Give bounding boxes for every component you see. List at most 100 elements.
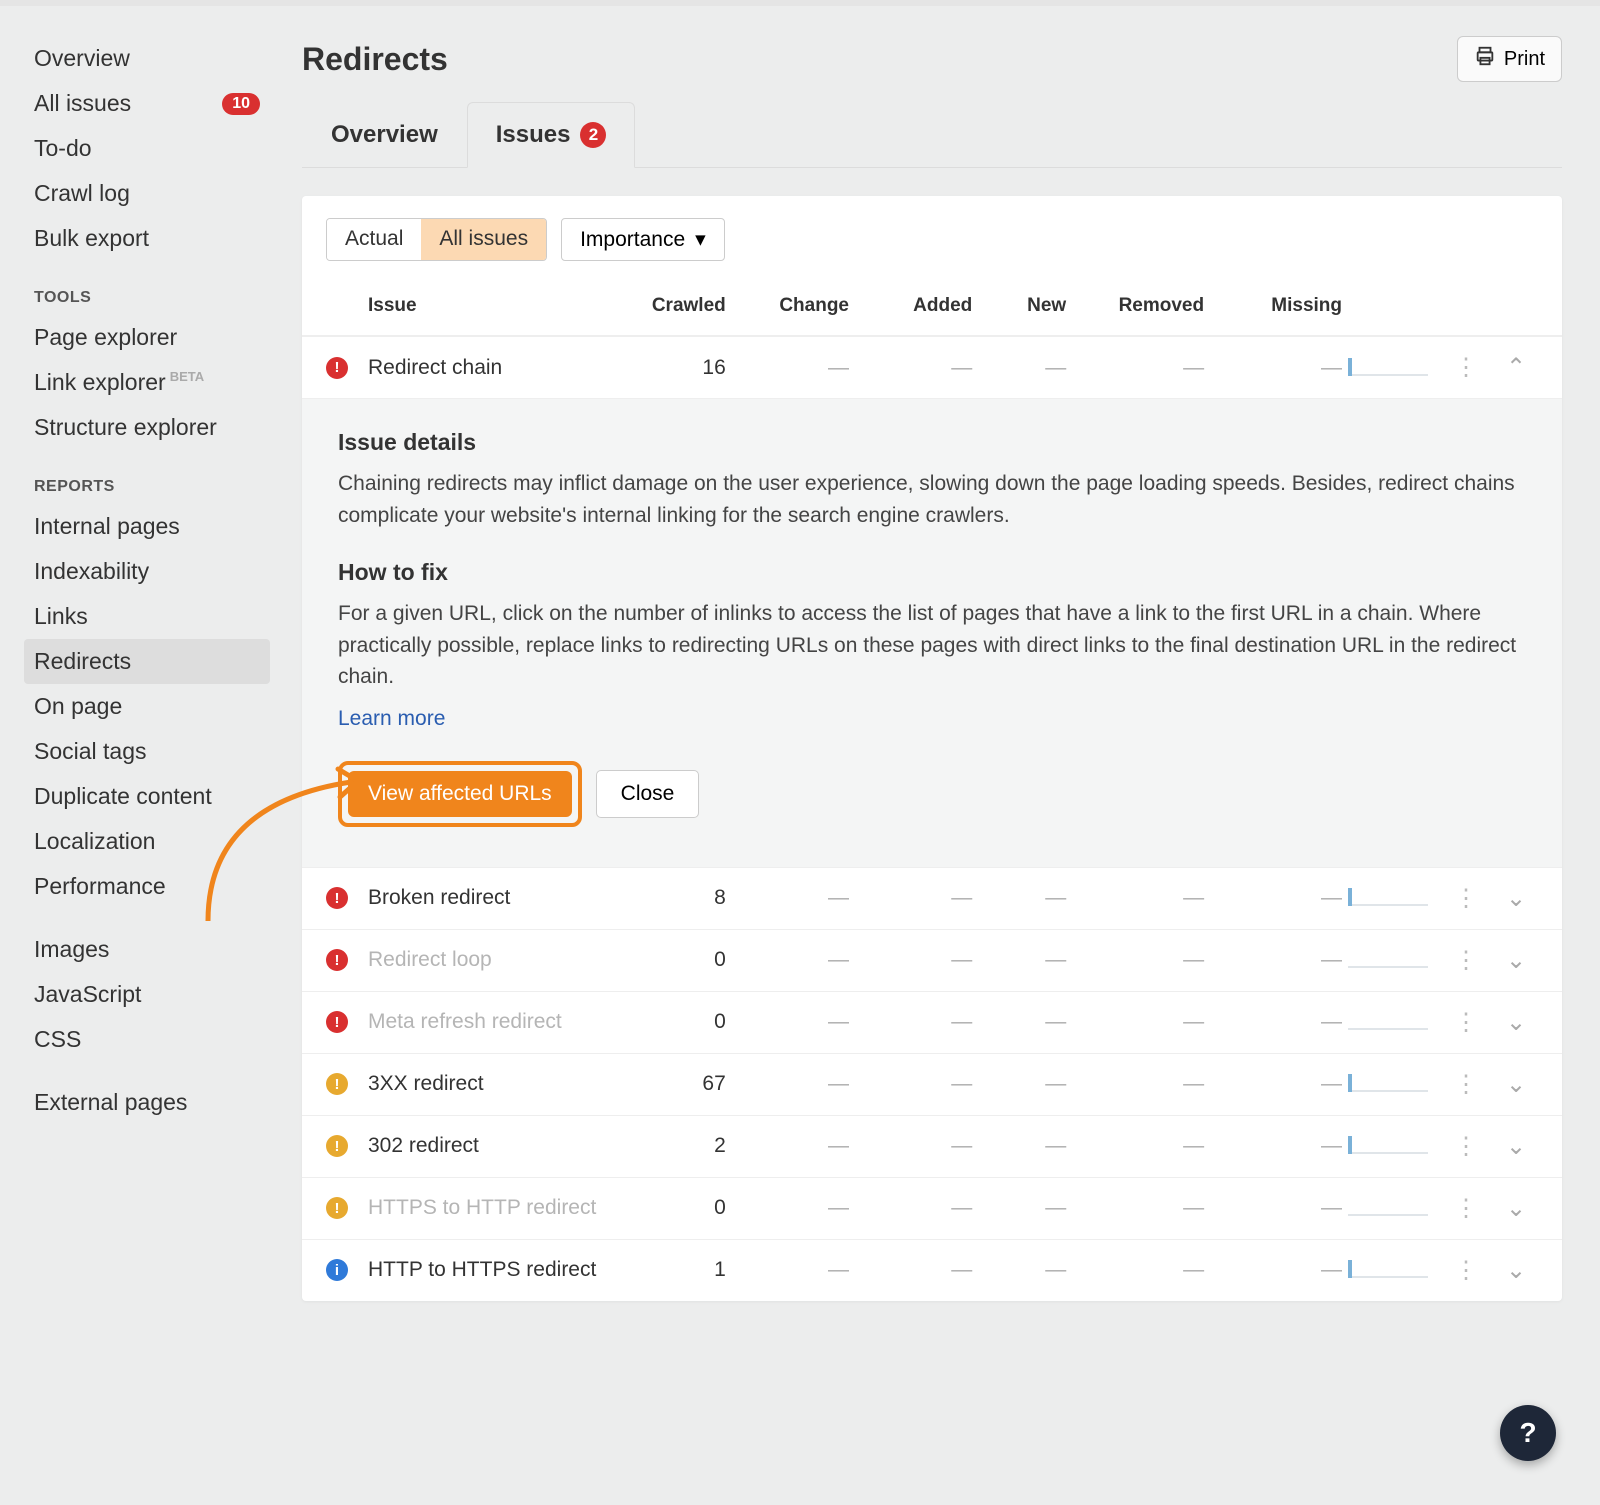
crawled-value: 0	[609, 948, 726, 972]
sidebar-item-javascript[interactable]: JavaScript	[24, 972, 270, 1017]
view-affected-urls-button[interactable]: View affected URLs	[348, 771, 572, 817]
importance-dropdown[interactable]: Importance ▾	[561, 218, 725, 261]
issue-row[interactable]: !Meta refresh redirect0—————⋮⌄	[302, 991, 1562, 1053]
change-value: —	[732, 1072, 849, 1096]
issue-row[interactable]: !HTTPS to HTTP redirect0—————⋮⌄	[302, 1177, 1562, 1239]
issue-detail-panel: Issue details Chaining redirects may inf…	[302, 398, 1562, 867]
sidebar-item-internal-pages[interactable]: Internal pages	[24, 504, 270, 549]
more-icon[interactable]: ⋮	[1444, 1194, 1488, 1223]
chevron-down-icon[interactable]: ⌄	[1494, 1256, 1538, 1285]
missing-value: —	[1210, 356, 1342, 380]
chevron-down-icon[interactable]: ⌄	[1494, 1194, 1538, 1223]
sidebar-item-label: To-do	[34, 135, 92, 162]
print-button[interactable]: Print	[1457, 36, 1562, 82]
sidebar-item-social-tags[interactable]: Social tags	[24, 729, 270, 774]
more-icon[interactable]: ⋮	[1444, 1132, 1488, 1161]
sidebar-item-label: Link explorerBETA	[34, 369, 204, 396]
chevron-down-icon[interactable]: ⌄	[1494, 884, 1538, 913]
sidebar-item-label: Internal pages	[34, 513, 180, 540]
sidebar-item-label: Localization	[34, 828, 155, 855]
sidebar-item-structure-explorer[interactable]: Structure explorer	[24, 405, 270, 450]
col-issue: Issue	[368, 295, 603, 317]
sidebar: OverviewAll issues10 To-do Crawl log Bulk e…	[0, 6, 290, 1505]
importance-label: Importance	[580, 228, 685, 252]
crawled-value: 8	[609, 886, 726, 910]
sidebar-item-label: JavaScript	[34, 981, 141, 1008]
issue-row[interactable]: !Redirect chain16—————⋮⌃	[302, 336, 1562, 398]
issue-row[interactable]: !302 redirect2—————⋮⌄	[302, 1115, 1562, 1177]
more-icon[interactable]: ⋮	[1444, 884, 1488, 913]
sidebar-item-label: Structure explorer	[34, 414, 217, 441]
more-icon[interactable]: ⋮	[1444, 1256, 1488, 1285]
chevron-down-icon[interactable]: ⌄	[1494, 1132, 1538, 1161]
more-icon[interactable]: ⋮	[1444, 1070, 1488, 1099]
sparkline	[1348, 1008, 1438, 1036]
sidebar-item-performance[interactable]: Performance	[24, 864, 270, 909]
section-reports: REPORTS	[34, 478, 260, 496]
new-value: —	[978, 1196, 1066, 1220]
filter-segment: Actual All issues	[326, 218, 547, 261]
view-btn-highlight: View affected URLs	[338, 761, 582, 827]
chevron-up-icon[interactable]: ⌃	[1494, 353, 1538, 382]
sparkline	[1348, 946, 1438, 974]
issue-name: Broken redirect	[368, 886, 603, 910]
sidebar-item-label: Images	[34, 936, 109, 963]
filter-actual[interactable]: Actual	[327, 219, 421, 260]
issues-card: Actual All issues Importance ▾ Issue Cra…	[302, 196, 1562, 1301]
chevron-down-icon[interactable]: ⌄	[1494, 946, 1538, 975]
help-button[interactable]: ?	[1500, 1405, 1556, 1461]
change-value: —	[732, 1258, 849, 1282]
sidebar-item-crawl-log[interactable]: Crawl log	[24, 171, 270, 216]
more-icon[interactable]: ⋮	[1444, 353, 1488, 382]
sidebar-item-label: Crawl log	[34, 180, 130, 207]
sidebar-item-redirects[interactable]: Redirects	[24, 639, 270, 684]
sidebar-item-images[interactable]: Images	[24, 927, 270, 972]
issue-row[interactable]: iHTTP to HTTPS redirect1—————⋮⌄	[302, 1239, 1562, 1301]
removed-value: —	[1072, 886, 1204, 910]
crawled-value: 0	[609, 1196, 726, 1220]
sidebar-item-duplicate-content[interactable]: Duplicate content	[24, 774, 270, 819]
sidebar-item-bulk-export[interactable]: Bulk export	[24, 216, 270, 261]
sidebar-item-link-explorer[interactable]: Link explorerBETA	[24, 360, 270, 405]
sidebar-item-indexability[interactable]: Indexability	[24, 549, 270, 594]
sidebar-item-label: Page explorer	[34, 324, 177, 351]
added-value: —	[855, 1010, 972, 1034]
learn-more-link[interactable]: Learn more	[338, 707, 445, 730]
issue-name: Meta refresh redirect	[368, 1010, 603, 1034]
close-button[interactable]: Close	[596, 770, 700, 818]
more-icon[interactable]: ⋮	[1444, 1008, 1488, 1037]
tab-issues[interactable]: Issues 2	[467, 102, 636, 168]
sidebar-item-on-page[interactable]: On page	[24, 684, 270, 729]
missing-value: —	[1210, 1196, 1342, 1220]
chevron-down-icon[interactable]: ⌄	[1494, 1070, 1538, 1099]
sidebar-item-css[interactable]: CSS	[24, 1017, 270, 1062]
tab-issues-badge: 2	[580, 122, 606, 148]
sidebar-item-links[interactable]: Links	[24, 594, 270, 639]
issue-name: Redirect loop	[368, 948, 603, 972]
issue-row[interactable]: !Redirect loop0—————⋮⌄	[302, 929, 1562, 991]
sparkline	[1348, 1256, 1438, 1284]
filter-all-issues[interactable]: All issues	[421, 219, 546, 260]
sidebar-item-external-pages[interactable]: External pages	[24, 1080, 270, 1125]
sidebar-item-label: Links	[34, 603, 88, 630]
issue-row[interactable]: !Broken redirect8—————⋮⌄	[302, 867, 1562, 929]
change-value: —	[732, 948, 849, 972]
issue-row[interactable]: !3XX redirect67—————⋮⌄	[302, 1053, 1562, 1115]
sidebar-item-page-explorer[interactable]: Page explorer	[24, 315, 270, 360]
warn-icon: !	[326, 1135, 348, 1157]
chevron-down-icon[interactable]: ⌄	[1494, 1008, 1538, 1037]
new-value: —	[978, 1010, 1066, 1034]
removed-value: —	[1072, 1134, 1204, 1158]
col-change: Change	[732, 295, 849, 317]
more-icon[interactable]: ⋮	[1444, 946, 1488, 975]
sidebar-item-to-do[interactable]: To-do	[24, 126, 270, 171]
change-value: —	[732, 886, 849, 910]
sidebar-item-all-issues[interactable]: All issues10	[24, 81, 270, 126]
sidebar-item-localization[interactable]: Localization	[24, 819, 270, 864]
tab-overview[interactable]: Overview	[302, 102, 467, 168]
sidebar-item-label: Indexability	[34, 558, 149, 585]
table-header: Issue Crawled Change Added New Removed M…	[302, 283, 1562, 336]
sidebar-item-overview[interactable]: Overview	[24, 36, 270, 81]
info-icon: i	[326, 1259, 348, 1281]
missing-value: —	[1210, 1258, 1342, 1282]
